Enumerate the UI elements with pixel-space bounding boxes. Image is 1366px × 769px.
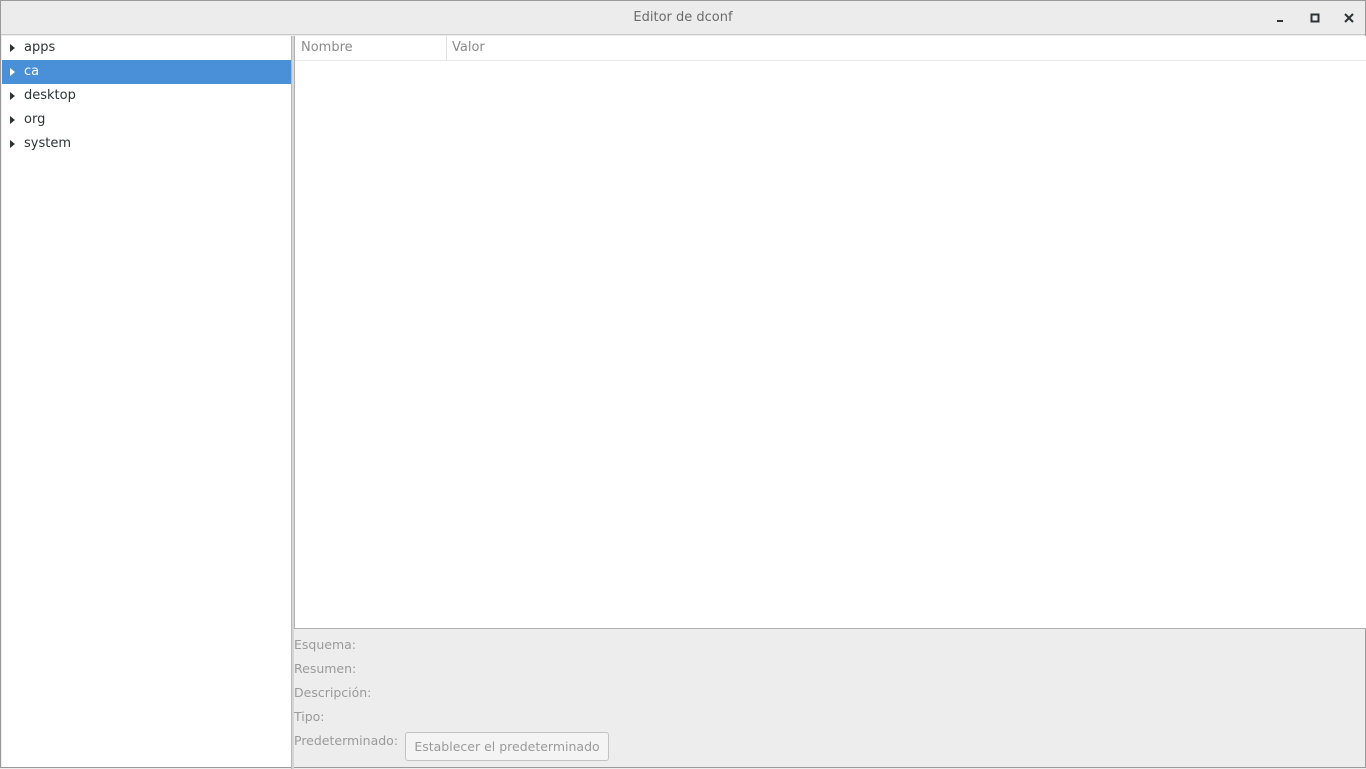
triangle-right-icon[interactable] [9,91,17,101]
triangle-right-icon[interactable] [9,67,17,77]
column-separator[interactable] [446,36,447,60]
triangle-right-icon[interactable] [9,43,17,53]
schema-label: Esquema: [294,637,357,652]
window-title: Editor de dconf [633,10,733,25]
default-label: Predeterminado: [294,733,399,748]
tree-item-org[interactable]: org [2,108,291,132]
minimize-button[interactable] [1272,9,1290,27]
tree-item-desktop[interactable]: desktop [2,84,291,108]
triangle-right-icon[interactable] [9,115,17,125]
tree-item-ca[interactable]: ca [2,60,291,84]
summary-label: Resumen: [294,661,357,676]
tree-item-apps[interactable]: apps [2,36,291,60]
set-default-button[interactable]: Establecer el predeterminado [405,732,609,761]
type-label: Tipo: [294,709,325,724]
tree-item-label: apps [24,40,56,55]
description-label: Descripción: [294,685,372,700]
close-icon [1344,13,1354,23]
tree-item-label: org [24,112,46,127]
close-button[interactable] [1340,9,1358,27]
tree-item-label: ca [24,64,40,79]
title-bar[interactable]: Editor de dconf [1,1,1365,35]
schema-tree[interactable]: apps ca desktop org system [2,36,292,767]
maximize-icon [1310,13,1320,23]
column-header-name[interactable]: Nombre [301,36,445,60]
tree-item-label: system [24,136,71,151]
dconf-editor-window: Editor de dconf apps ca desktop org syst… [0,0,1366,769]
tree-item-system[interactable]: system [2,132,291,156]
triangle-right-icon[interactable] [9,139,17,149]
maximize-button[interactable] [1306,9,1324,27]
keys-table-header: Nombre Valor [295,36,1366,61]
keys-table[interactable]: Nombre Valor [294,36,1366,629]
column-header-value[interactable]: Valor [452,36,752,60]
minimize-icon [1277,20,1283,22]
tree-item-label: desktop [24,88,76,103]
